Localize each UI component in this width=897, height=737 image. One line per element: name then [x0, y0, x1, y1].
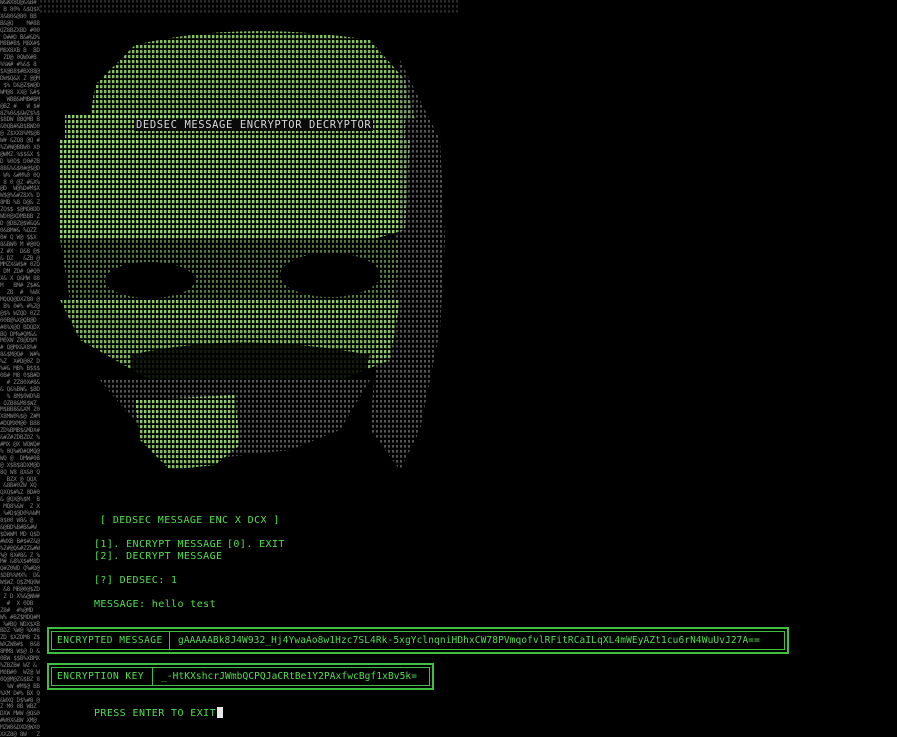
encryption-key-label: ENCRYPTION KEY	[57, 671, 145, 682]
encryption-key-box: ENCRYPTION KEY _-HtKXshcrJWmbQCPQJaCRtBe…	[47, 663, 434, 690]
message-line: MESSAGE: hello test	[94, 599, 216, 610]
banner-title: DEDSEC MESSAGE ENCRYPTOR DECRYPTOR	[134, 119, 374, 131]
encrypted-message-value: gAAAAABk8J4W932_Hj4YwaAo8w1Hzc7SL4Rk-5xg…	[178, 635, 760, 646]
menu-option-decrypt: [2]. DECRYPT MESSAGE	[94, 551, 223, 562]
menu-prompt: [?] DEDSEC: 1	[94, 575, 178, 586]
menu-option-exit: [0]. EXIT	[227, 539, 285, 550]
ascii-art-sidebar: W&WX8Q@&%B# B 80% &$Q$X X&80&@80 BB B&@Q…	[0, 0, 40, 737]
exit-prompt-text: PRESS ENTER TO EXIT	[94, 708, 216, 719]
encrypted-message-label: ENCRYPTED MESSAGE	[57, 635, 163, 646]
exit-prompt[interactable]: PRESS ENTER TO EXIT	[94, 707, 223, 719]
ascii-art-mask-graphic	[40, 0, 460, 470]
terminal-window: W&WX8Q@&%B# B 80% &$Q$X X&80&@80 BB B&@Q…	[0, 0, 897, 737]
menu-header: [ DEDSEC MESSAGE ENC X DCX ]	[100, 515, 280, 526]
encryption-key-value: _-HtKXshcrJWmbQCPQJaCRtBe1Y2PAxfwcBgf1xB…	[161, 671, 418, 682]
encrypted-message-box: ENCRYPTED MESSAGE gAAAAABk8J4W932_Hj4Ywa…	[47, 627, 789, 654]
ascii-art-mask: DEDSEC MESSAGE ENCRYPTOR DECRYPTOR	[40, 0, 460, 505]
block-cursor-icon	[217, 707, 223, 718]
menu-option-encrypt: [1]. ENCRYPT MESSAGE	[94, 539, 223, 550]
